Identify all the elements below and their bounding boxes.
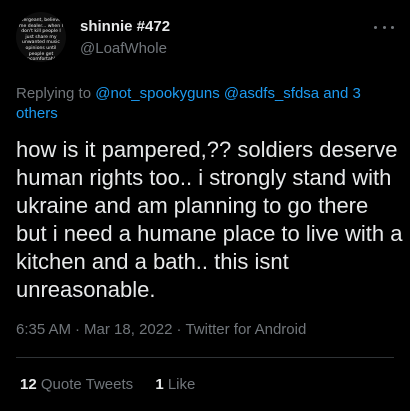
tweet-text: how is it pampered,?? soldiers deserve h… [16,137,403,302]
tweet-time[interactable]: 6:35 AM [16,321,71,338]
meta-separator: · [75,321,81,338]
avatar-text: sergeant, believe me dealer... when I do… [19,18,63,62]
tweet-header: sergeant, believe me dealer... when I do… [16,12,394,64]
user-handle[interactable]: @LoafWhole [80,40,167,57]
meta-separator: · [176,321,182,338]
tweet-date[interactable]: Mar 18, 2022 [84,321,172,338]
tweet-meta: 6:35 AM · Mar 18, 2022 · Twitter for Android [16,321,306,338]
display-name[interactable]: shinnie #472 [80,18,170,35]
tweet-source[interactable]: Twitter for Android [185,321,306,338]
quote-tweets-stat[interactable]: 12 Quote Tweets [20,376,133,393]
more-dot [374,25,377,29]
tweet-stats: 12 Quote Tweets 1 Like [20,376,213,393]
more-dot [391,25,394,29]
quote-tweets-label: Quote Tweets [40,376,134,393]
likes-count: 1 [155,376,164,393]
quote-tweets-count: 12 [20,376,37,393]
reply-context: Replying to @not_spookyguns @asdfs_sfdsa… [16,84,386,124]
likes-label: Like [167,376,196,393]
likes-stat[interactable]: 1 Like [155,376,195,393]
more-horizontal-icon[interactable] [374,22,394,32]
replying-to-label: Replying to [16,85,96,102]
avatar[interactable]: sergeant, believe me dealer... when I do… [16,12,66,62]
divider [16,357,394,358]
more-dot [382,25,386,29]
